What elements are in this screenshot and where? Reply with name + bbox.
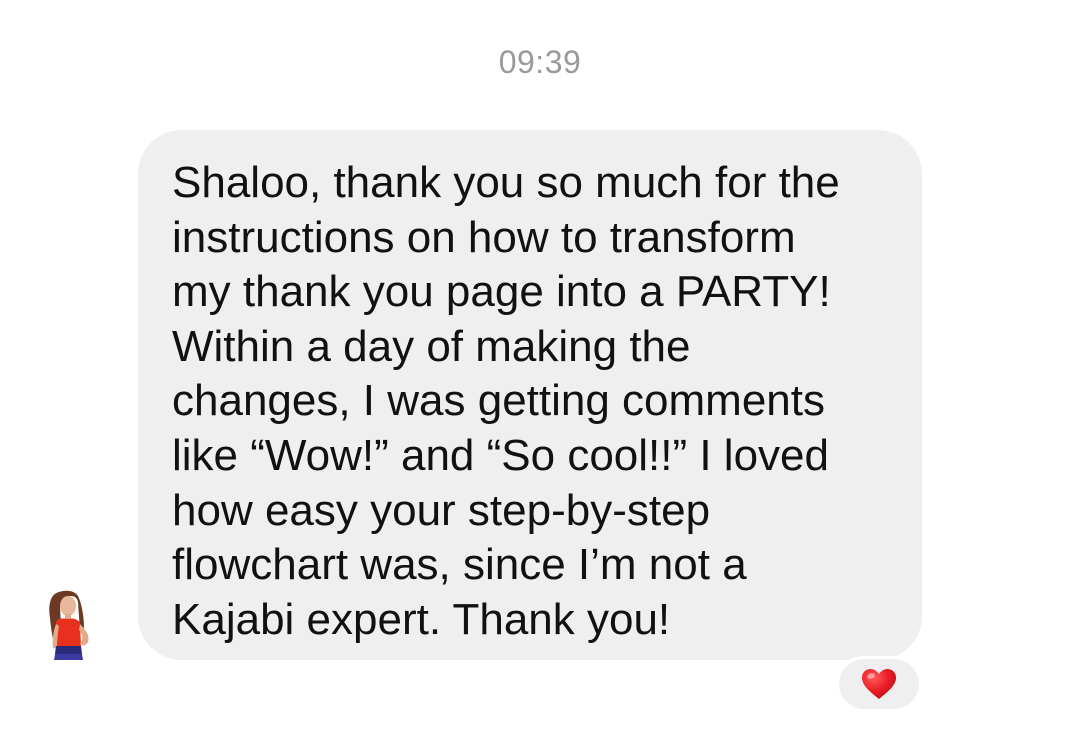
message-row: Shaloo, thank you so much for the instru… [0,0,1080,734]
sender-avatar[interactable] [40,588,102,662]
heart-icon [862,669,896,699]
message-reaction[interactable] [836,656,922,712]
message-bubble[interactable]: Shaloo, thank you so much for the instru… [138,130,922,660]
message-text: Shaloo, thank you so much for the instru… [172,158,840,644]
avatar-portrait-icon [49,590,89,660]
